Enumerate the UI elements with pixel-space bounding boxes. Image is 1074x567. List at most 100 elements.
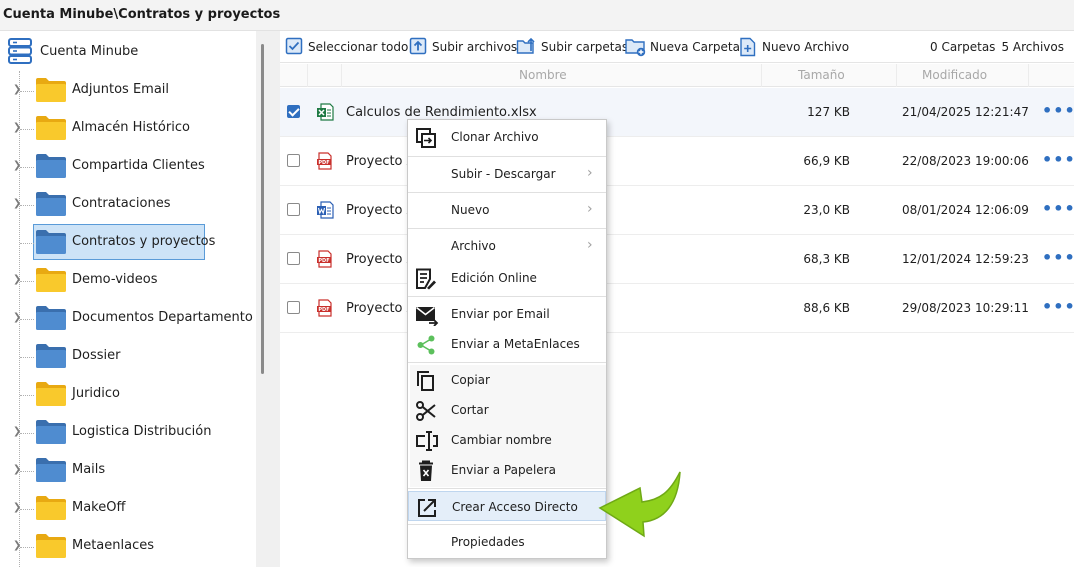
sidebar-folder-label: Demo-videos	[72, 272, 158, 287]
sidebar-folder-item[interactable]: ❯ MakeOff	[0, 489, 256, 527]
sidebar-folder-item[interactable]: ❯ Metaenlaces	[0, 527, 256, 565]
table-row[interactable]: PDF Proyecto A 66,9 KB 22/08/2023 19:00:06 •…	[280, 137, 1074, 186]
expand-chevron-icon[interactable]: ❯	[13, 274, 23, 286]
more-options-icon[interactable]: •••	[1042, 101, 1074, 120]
edit-document-icon	[416, 268, 436, 290]
menu-separator	[408, 488, 606, 489]
folder-icon	[36, 230, 66, 254]
expand-chevron-icon[interactable]: ❯	[13, 464, 23, 476]
sidebar-folder-label: Documentos Departamento	[72, 310, 253, 325]
sidebar-folder-item[interactable]: ❯ Almacén Histórico	[0, 109, 256, 147]
sidebar-scrollbar-thumb[interactable]	[261, 44, 264, 374]
sidebar-folder-item[interactable]: ❯ Contrataciones	[0, 185, 256, 223]
tree-guide-line	[20, 91, 34, 92]
database-icon	[8, 38, 32, 64]
folder-icon	[36, 268, 66, 292]
copy-icon	[417, 371, 434, 391]
sidebar-folder-label: MakeOff	[72, 500, 126, 515]
row-checkbox[interactable]	[287, 203, 300, 216]
more-options-icon[interactable]: •••	[1042, 297, 1074, 316]
menu-item-copy[interactable]: Copiar	[408, 365, 606, 395]
menu-item-clone-file[interactable]: Clonar Archivo	[408, 122, 606, 152]
file-size: 23,0 KB	[803, 203, 850, 217]
table-row[interactable]: PDF Proyecto A 88,6 KB 29/08/2023 10:29:11 •…	[280, 284, 1074, 333]
menu-item-rename[interactable]: Cambiar nombre	[408, 425, 606, 455]
menu-item-edit-online[interactable]: Edición Online	[408, 263, 606, 293]
menu-item-file[interactable]: Archivo ›	[408, 231, 606, 261]
menu-item-create-shortcut[interactable]: Crear Acceso Directo	[408, 491, 606, 521]
menu-item-properties[interactable]: Propiedades	[408, 527, 606, 557]
column-separator	[1028, 64, 1029, 87]
expand-chevron-icon[interactable]: ❯	[13, 122, 23, 134]
expand-chevron-icon[interactable]: ❯	[13, 160, 23, 172]
file-name: Proyecto A	[346, 301, 416, 316]
menu-item-send-metalinks[interactable]: Enviar a MetaEnlaces	[408, 329, 606, 359]
row-checkbox[interactable]	[287, 252, 300, 265]
row-checkbox[interactable]	[287, 105, 300, 118]
file-name: Proyecto A	[346, 203, 416, 218]
expand-chevron-icon[interactable]: ❯	[13, 540, 23, 552]
sidebar-folder-item[interactable]: Contratos y proyectos	[0, 223, 256, 261]
sidebar-folder-item[interactable]: ❯ Adjuntos Email	[0, 71, 256, 109]
upload-icon	[409, 37, 427, 55]
menu-item-new[interactable]: Nuevo ›	[408, 195, 606, 225]
tree-guide-line	[20, 281, 34, 282]
menu-item-send-to-trash[interactable]: Enviar a Papelera	[408, 455, 606, 485]
pane-splitter[interactable]	[256, 31, 280, 567]
expand-chevron-icon[interactable]: ❯	[13, 312, 23, 324]
sidebar-folder-label: Contratos y proyectos	[72, 234, 216, 249]
sidebar-folder-label: Almacén Histórico	[72, 120, 190, 135]
menu-item-cut[interactable]: Cortar	[408, 395, 606, 425]
menu-item-send-email[interactable]: Enviar por Email	[408, 299, 606, 329]
sidebar-folder-label: Mails	[72, 462, 106, 477]
sidebar-folder-label: Dossier	[72, 348, 121, 363]
folder-icon	[36, 382, 66, 406]
trash-icon	[419, 460, 433, 481]
menu-item-upload-download[interactable]: Subir - Descargar ›	[408, 159, 606, 189]
sidebar-folder-item[interactable]: ❯ Mails	[0, 451, 256, 489]
expand-chevron-icon[interactable]: ❯	[13, 426, 23, 438]
file-size: 88,6 KB	[803, 301, 850, 315]
folder-icon	[36, 116, 66, 140]
column-header-name[interactable]: Nombre	[519, 68, 567, 82]
column-header-size[interactable]: Tamaño	[798, 68, 845, 82]
sidebar-folder-label: Contrataciones	[72, 196, 171, 211]
table-row[interactable]: PDF Proyecto A 68,3 KB 12/01/2024 12:59:23 •…	[280, 235, 1074, 284]
excel-file-icon	[317, 103, 334, 121]
file-size: 68,3 KB	[803, 252, 850, 266]
submenu-arrow-icon: ›	[587, 165, 593, 181]
rename-icon	[416, 431, 438, 451]
column-header: Nombre Tamaño Modificado	[280, 64, 1074, 87]
row-checkbox[interactable]	[287, 301, 300, 314]
pdf-file-icon: PDF	[317, 299, 332, 317]
table-row[interactable]: Calculos de Rendimiento.xlsx 127 KB 21/04/…	[280, 88, 1074, 137]
tree-guide-line	[20, 319, 34, 320]
menu-separator	[408, 362, 606, 363]
expand-chevron-icon[interactable]: ❯	[13, 502, 23, 514]
expand-chevron-icon[interactable]: ❯	[13, 198, 23, 210]
tree-guide-line	[20, 167, 34, 168]
sidebar-folder-item[interactable]: ❯ Logistica Distribución	[0, 413, 256, 451]
row-checkbox[interactable]	[287, 154, 300, 167]
menu-separator	[408, 228, 606, 229]
tree-guide-line	[20, 243, 34, 244]
column-header-modified[interactable]: Modificado	[922, 68, 987, 82]
folder-icon	[36, 306, 66, 330]
table-row[interactable]: Proyecto A 23,0 KB 08/01/2024 12:06:09 •••	[280, 186, 1074, 235]
sidebar-folder-item[interactable]: Dossier	[0, 337, 256, 375]
sidebar-folder-item[interactable]: ❯ Documentos Departamento	[0, 299, 256, 337]
expand-chevron-icon[interactable]: ❯	[13, 84, 23, 96]
more-options-icon[interactable]: •••	[1042, 150, 1074, 169]
folder-tree-sidebar[interactable]: Cuenta Minube ❯ Adjuntos Email ❯ Almacén Hi…	[0, 31, 256, 567]
more-options-icon[interactable]: •••	[1042, 199, 1074, 218]
more-options-icon[interactable]: •••	[1042, 248, 1074, 267]
tree-guide-line	[20, 205, 34, 206]
sidebar-folder-item[interactable]: ❯ Demo-videos	[0, 261, 256, 299]
folder-upload-icon	[516, 37, 535, 54]
sidebar-folder-item[interactable]: ❯ Compartida Clientes	[0, 147, 256, 185]
menu-separator	[408, 192, 606, 193]
file-count: 5 Archivos	[1001, 40, 1064, 54]
sidebar-folder-item[interactable]: Juridico	[0, 375, 256, 413]
svg-text:PDF: PDF	[318, 160, 329, 166]
item-counts: 0 Carpetas 5 Archivos	[930, 40, 1064, 54]
